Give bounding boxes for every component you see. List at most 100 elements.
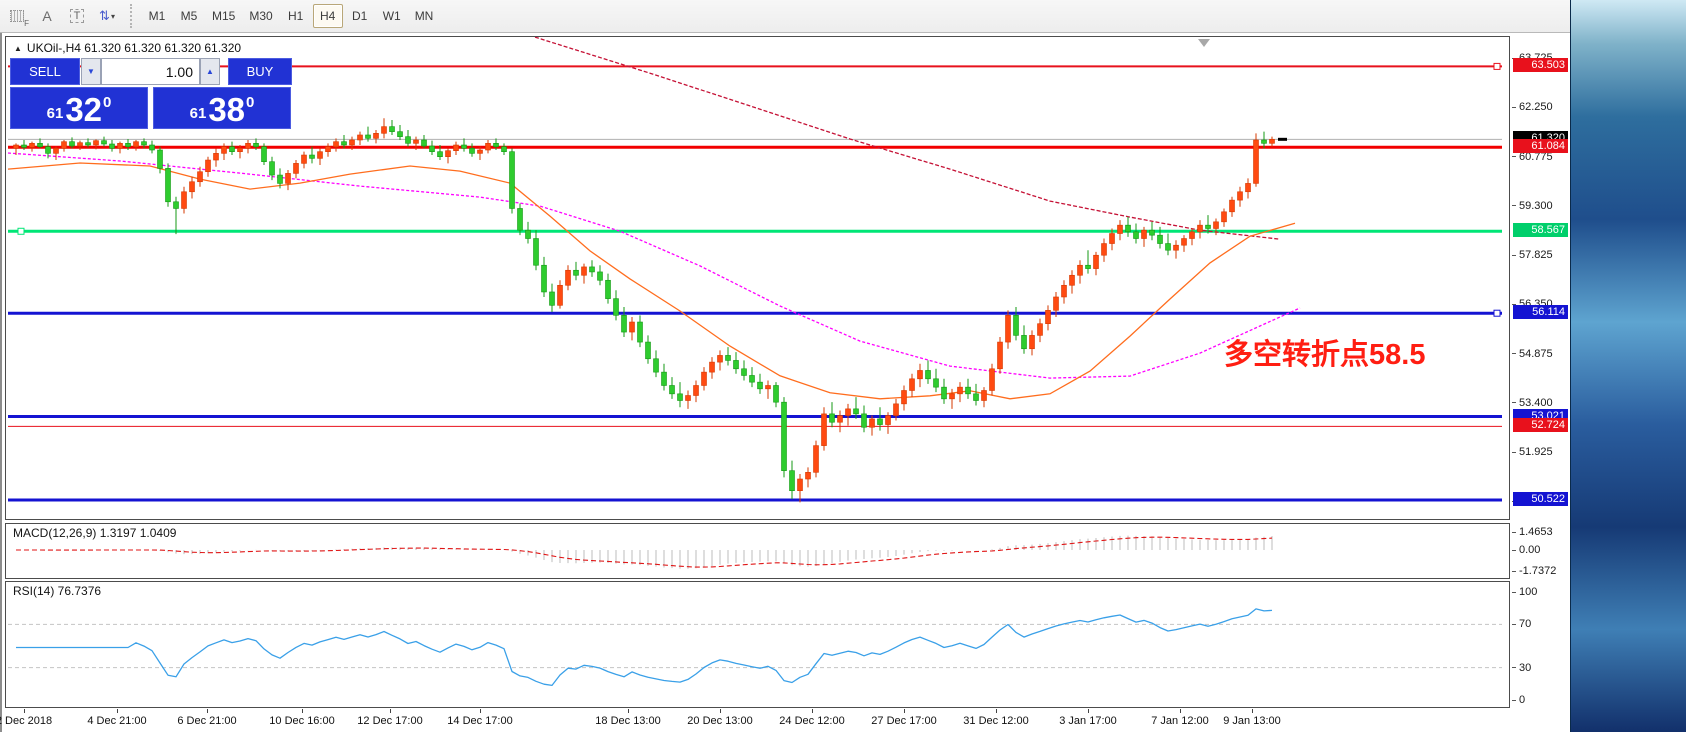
time-tick	[720, 709, 721, 713]
candle-body	[374, 133, 379, 138]
candle-body	[766, 385, 771, 388]
macd-pane[interactable]: MACD(12,26,9) 1.3197 1.0409	[5, 523, 1510, 579]
candle-body	[1062, 285, 1067, 297]
time-axis[interactable]: 2 Dec 20184 Dec 21:006 Dec 21:0010 Dec 1…	[5, 709, 1510, 732]
price-tick: 54.875	[1512, 347, 1568, 361]
candle-body	[622, 315, 627, 332]
candle-body	[86, 143, 91, 145]
candle-body	[294, 163, 299, 173]
price-badge-56.114: 56.114	[1513, 305, 1568, 319]
sell-price-button[interactable]: 61 32 0	[10, 87, 148, 129]
price-axis[interactable]: 63.72562.25060.77559.30057.82556.35054.8…	[1512, 36, 1570, 708]
figure-grid-icon[interactable]: F	[4, 4, 30, 28]
macd-axis-tick: 1.4653	[1512, 525, 1568, 539]
candle-body	[1134, 232, 1139, 239]
macd-label: MACD(12,26,9) 1.3197 1.0409	[13, 526, 176, 540]
candle-body	[1126, 225, 1131, 232]
line-handle[interactable]	[1494, 310, 1500, 316]
time-tick	[24, 709, 25, 713]
timeframe-M5[interactable]: M5	[174, 4, 204, 28]
rsi-axis-tick: 70	[1512, 617, 1568, 631]
window-left-edge	[0, 33, 2, 732]
candle-body	[678, 394, 683, 401]
buy-button[interactable]: BUY	[228, 58, 292, 85]
rsi-chart	[6, 582, 1509, 707]
candle-body	[398, 132, 403, 137]
candle-body	[190, 182, 195, 192]
candle-body	[494, 143, 499, 146]
price-badge-58.567: 58.567	[1513, 223, 1568, 237]
price-tick: 51.925	[1512, 445, 1568, 459]
sell-price-sup: 0	[103, 94, 111, 111]
timeframe-MN[interactable]: MN	[409, 4, 440, 28]
time-label: 4 Dec 21:00	[87, 715, 146, 727]
timeframe-H4[interactable]: H4	[313, 4, 343, 28]
volume-decrease-button[interactable]: ▼	[81, 58, 101, 85]
timeframe-D1[interactable]: D1	[345, 4, 375, 28]
time-label: 31 Dec 12:00	[963, 715, 1028, 727]
time-tick	[904, 709, 905, 713]
volume-increase-button[interactable]: ▲	[200, 58, 220, 85]
candle-body	[1214, 222, 1219, 229]
timeframe-H1[interactable]: H1	[281, 4, 311, 28]
time-tick	[1252, 709, 1253, 713]
time-tick	[1088, 709, 1089, 713]
timeframe-M15[interactable]: M15	[206, 4, 241, 28]
line-handle[interactable]	[1494, 63, 1500, 69]
candle-body	[918, 370, 923, 378]
timeframe-M1[interactable]: M1	[142, 4, 172, 28]
candle-body	[366, 135, 371, 138]
price-chart-pane[interactable]: ▲ UKOil-,H4 61.320 61.320 61.320 61.320 …	[5, 36, 1510, 520]
rsi-line	[16, 609, 1272, 686]
price-badge-50.522: 50.522	[1513, 492, 1568, 506]
macd-axis-tick: 0.00	[1512, 543, 1568, 557]
candle-body	[342, 142, 347, 145]
candle-body	[390, 127, 395, 132]
candle-body	[382, 127, 387, 134]
candle-body	[142, 142, 147, 145]
toolbar: F A T ⇅▾ M1M5M15M30H1H4D1W1MN	[0, 0, 1570, 33]
sell-button[interactable]: SELL	[10, 58, 80, 85]
chart-shift-marker[interactable]	[1198, 39, 1210, 47]
time-tick	[1180, 709, 1181, 713]
time-label: 18 Dec 13:00	[595, 715, 660, 727]
candle-body	[942, 387, 947, 399]
candle-body	[606, 280, 611, 298]
arrange-icon[interactable]: ⇅▾	[94, 4, 120, 28]
time-label: 10 Dec 16:00	[269, 715, 334, 727]
candle-body	[438, 152, 443, 157]
candle-body	[238, 148, 243, 151]
candle-body	[358, 135, 363, 140]
candle-body	[574, 270, 579, 275]
candle-body	[734, 360, 739, 368]
candle-body	[1166, 244, 1171, 251]
candle-body	[486, 143, 491, 150]
candle-body	[502, 147, 507, 152]
candle-body	[670, 385, 675, 393]
candle-body	[526, 230, 531, 238]
candle-body	[1110, 234, 1115, 244]
price-tick: 59.300	[1512, 199, 1568, 213]
buy-price-button[interactable]: 61 38 0	[153, 87, 291, 129]
candle-body	[654, 359, 659, 372]
candle-body	[582, 267, 587, 275]
time-label: 3 Jan 17:00	[1059, 715, 1117, 727]
timeframe-W1[interactable]: W1	[377, 4, 407, 28]
volume-input[interactable]	[101, 58, 200, 85]
candle-body	[774, 385, 779, 402]
candle-body	[822, 414, 827, 446]
candle-body	[510, 152, 515, 209]
candle-body	[430, 146, 435, 152]
candle-body	[198, 172, 203, 182]
macd-chart	[6, 524, 1509, 578]
candle-body	[78, 143, 83, 146]
text-label-icon[interactable]: A	[34, 4, 60, 28]
timeframe-M30[interactable]: M30	[243, 4, 278, 28]
candle-body	[150, 145, 155, 150]
rsi-pane[interactable]: RSI(14) 76.7376	[5, 581, 1510, 708]
line-handle[interactable]	[18, 228, 24, 234]
candle-body	[1158, 235, 1163, 243]
text-box-icon[interactable]: T	[64, 4, 90, 28]
candle-body	[1222, 212, 1227, 222]
collapse-icon[interactable]: ▲	[14, 44, 22, 53]
